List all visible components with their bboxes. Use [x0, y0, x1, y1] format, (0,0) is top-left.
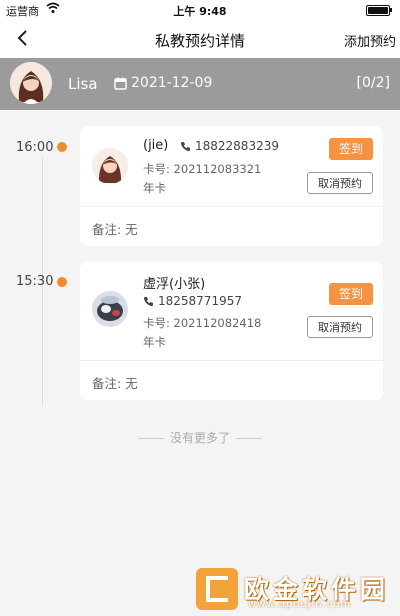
watermark-url: www.apoujin.com [248, 599, 352, 610]
coach-name: Lisa [68, 75, 98, 93]
divider-line [236, 438, 262, 439]
phone-icon [143, 296, 154, 307]
check-in-button[interactable]: 签到 [329, 138, 373, 160]
status-bar: 运营商 上午 9:48 [0, 0, 400, 20]
appointment-card: (jie) 18822883239 卡号: 202112083321 年卡 签到… [80, 126, 383, 246]
member-phone: 18822883239 [180, 139, 279, 153]
member-phone: 18258771957 [143, 294, 242, 308]
clock-icon [57, 277, 67, 287]
card-divider [80, 360, 383, 361]
clock-time: 上午 9:48 [173, 5, 227, 18]
divider-line [137, 438, 164, 439]
add-appointment-button[interactable]: 添加预约 [344, 31, 396, 50]
phone-number: 18822883239 [195, 139, 279, 153]
calendar-icon [114, 75, 129, 90]
appointment-date: 2021-12-09 [131, 75, 213, 91]
appointment-note: 备注: 无 [92, 222, 138, 237]
card-type: 年卡 [143, 181, 166, 195]
appointment-note: 备注: 无 [92, 376, 138, 391]
page-title: 私教预约详情 [154, 32, 245, 50]
member-name: (jie) [143, 138, 169, 153]
card-divider [80, 206, 383, 207]
no-more-label: 没有更多了 [169, 431, 230, 445]
booking-count: [0/2] [356, 75, 390, 91]
check-in-button[interactable]: 签到 [329, 283, 373, 305]
member-name: 虚浮(小张) [143, 277, 206, 292]
card-type: 年卡 [143, 335, 166, 349]
cancel-appointment-button[interactable]: 取消预约 [307, 316, 373, 338]
no-more-indicator: 没有更多了 [0, 429, 400, 446]
member-avatar [92, 148, 128, 184]
watermark: 欧金软件园 www.apoujin.com [196, 568, 396, 612]
cancel-appointment-button[interactable]: 取消预约 [307, 172, 373, 194]
card-number: 卡号: 202112082418 [143, 316, 262, 330]
card-number: 卡号: 202112083321 [143, 162, 262, 176]
member-avatar [92, 291, 128, 327]
appointment-time: 16:00 [16, 140, 54, 155]
coach-header: Lisa 2021-12-09 [0/2] [0, 58, 400, 110]
clock-icon [57, 142, 67, 152]
appointment-card: 虚浮(小张) 18258771957 卡号: 202112082418 年卡 签… [80, 261, 383, 400]
brand-logo-icon [196, 568, 238, 610]
coach-avatar [10, 62, 52, 104]
battery-icon [366, 5, 392, 16]
appointment-time: 15:30 [16, 274, 54, 289]
phone-number: 18258771957 [158, 294, 242, 308]
phone-icon [180, 141, 191, 152]
nav-bar: 私教预约详情 添加预约 [0, 20, 400, 58]
